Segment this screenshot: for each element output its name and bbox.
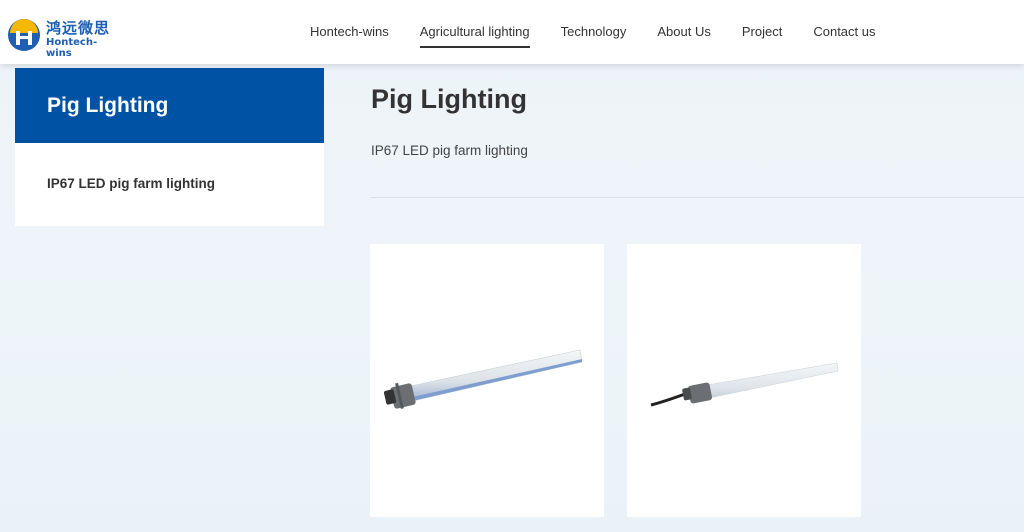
site-header: 鸿远微思 Hontech-wins Hontech-wins Agricultu… <box>0 0 1024 64</box>
nav-item-contact-us[interactable]: Contact us <box>813 22 875 46</box>
nav-item-project[interactable]: Project <box>742 22 782 46</box>
nav-item-technology[interactable]: Technology <box>561 22 627 46</box>
product-card[interactable] <box>627 244 861 517</box>
main-nav: Hontech-wins Agricultural lighting Techn… <box>310 22 907 48</box>
nav-item-agricultural-lighting[interactable]: Agricultural lighting <box>419 22 530 48</box>
logo-chinese-text: 鸿远微思 <box>46 19 111 37</box>
led-tube-light-image <box>383 349 583 409</box>
content-divider <box>371 197 1024 198</box>
page-title: Pig Lighting <box>371 84 527 114</box>
sidebar-item-ip67-led-pig-farm-lighting[interactable]: IP67 LED pig farm lighting <box>15 176 324 191</box>
logo-icon <box>8 19 40 51</box>
logo-english-text: Hontech-wins <box>46 37 98 59</box>
page-subtitle: IP67 LED pig farm lighting <box>371 143 528 158</box>
nav-item-hontech-wins[interactable]: Hontech-wins <box>310 22 389 46</box>
sidebar-title: Pig Lighting <box>15 68 324 143</box>
product-card[interactable] <box>370 244 604 517</box>
category-sidebar: Pig Lighting IP67 LED pig farm lighting <box>15 68 324 226</box>
site-logo[interactable]: 鸿远微思 Hontech-wins <box>6 14 116 59</box>
nav-item-about-us[interactable]: About Us <box>657 22 710 46</box>
led-tube-light-with-cable-image <box>650 362 839 407</box>
